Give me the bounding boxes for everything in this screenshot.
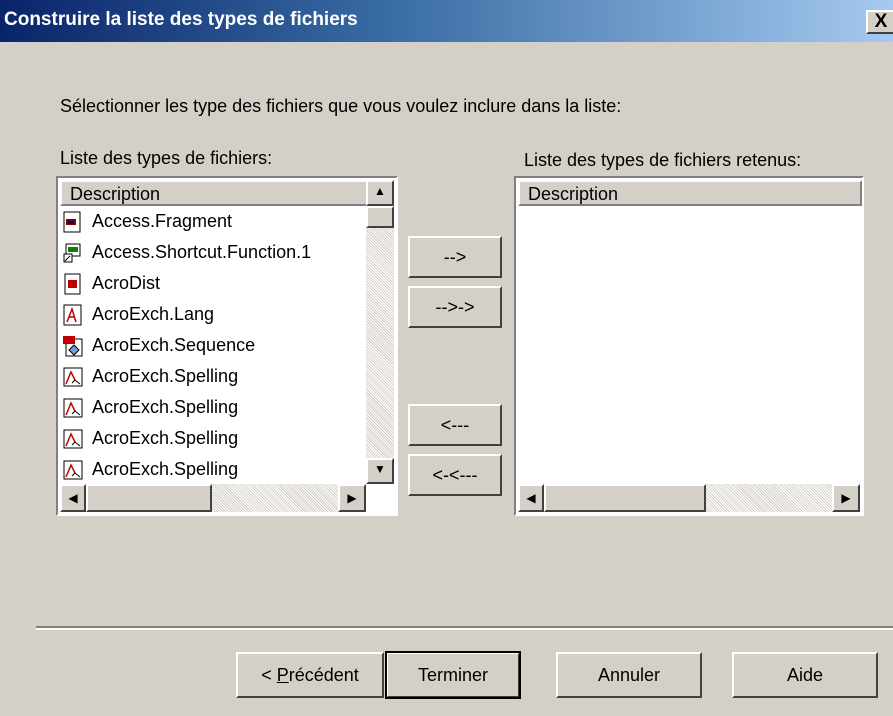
- finish-button[interactable]: Terminer: [385, 651, 521, 699]
- horizontal-scroll-thumb-right[interactable]: [544, 484, 706, 512]
- list-item-label: AcroDist: [92, 273, 161, 293]
- list-item[interactable]: AcroExch.Spelling: [62, 423, 238, 454]
- available-types-label: Liste des types de fichiers:: [60, 148, 273, 168]
- list-item-label: AcroExch.Lang: [92, 304, 215, 324]
- acrodist-icon: [62, 273, 84, 295]
- available-types-list[interactable]: Description Access.Fragment Access.Shortc…: [56, 176, 398, 516]
- access-shortcut-icon: [62, 242, 84, 264]
- list-item[interactable]: AcroExch.Lang: [62, 299, 214, 330]
- previous-label: < Précédent: [261, 665, 359, 685]
- title-bar: Construire la liste des types de fichier…: [0, 0, 893, 42]
- window-title: Construire la liste des types de fichier…: [4, 9, 358, 30]
- horizontal-scrollbar-right[interactable]: ◀ ▶: [518, 484, 860, 512]
- scroll-right-button-right[interactable]: ▶: [832, 484, 860, 512]
- scroll-left-button-right[interactable]: ◀: [518, 484, 544, 512]
- horizontal-scroll-thumb[interactable]: [86, 484, 212, 512]
- footer-separator: [36, 626, 893, 630]
- remove-button[interactable]: <---: [408, 404, 502, 446]
- selected-types-list[interactable]: Description ◀ ▶: [514, 176, 864, 516]
- list-item[interactable]: AcroExch.Spelling: [62, 392, 238, 423]
- help-button[interactable]: Aide: [732, 652, 878, 698]
- acroexch-spelling-icon: [62, 459, 84, 481]
- vertical-scrollbar[interactable]: ▲ ▼: [366, 180, 394, 484]
- list-item[interactable]: AcroExch.Spelling: [62, 454, 238, 485]
- acroexch-lang-icon: [62, 304, 84, 326]
- add-all-button[interactable]: -->->: [408, 286, 502, 328]
- list-item[interactable]: AcroDist: [62, 268, 160, 299]
- add-button[interactable]: -->: [408, 236, 502, 278]
- description-column-header-right[interactable]: Description: [518, 180, 862, 206]
- scroll-left-button[interactable]: ◀: [60, 484, 86, 512]
- horizontal-scrollbar[interactable]: ◀ ▶: [60, 484, 366, 512]
- acroexch-spelling-icon: [62, 397, 84, 419]
- access-fragment-icon: [62, 211, 84, 233]
- list-item-label: AcroExch.Spelling: [92, 428, 239, 448]
- list-item-label: AcroExch.Spelling: [92, 397, 239, 417]
- scroll-right-button[interactable]: ▶: [338, 484, 366, 512]
- scroll-down-button[interactable]: ▼: [366, 458, 394, 484]
- list-item-label: Access.Fragment: [92, 211, 233, 231]
- cancel-button[interactable]: Annuler: [556, 652, 702, 698]
- scroll-up-button[interactable]: ▲: [366, 180, 394, 206]
- description-column-header[interactable]: Description: [60, 180, 368, 206]
- list-item[interactable]: AcroExch.Spelling: [62, 361, 238, 392]
- list-item[interactable]: AcroExch.Sequence: [62, 330, 255, 361]
- list-item-label: Access.Shortcut.Function.1: [92, 242, 312, 262]
- list-item-label: AcroExch.Sequence: [92, 335, 256, 355]
- instruction-text: Sélectionner les type des fichiers que v…: [60, 96, 622, 116]
- acroexch-spelling-icon: [62, 366, 84, 388]
- acroexch-spelling-icon: [62, 428, 84, 450]
- list-item-label: AcroExch.Spelling: [92, 459, 239, 479]
- list-item-label: AcroExch.Spelling: [92, 366, 239, 386]
- remove-all-button[interactable]: <-<---: [408, 454, 502, 496]
- selected-types-label: Liste des types de fichiers retenus:: [524, 150, 802, 170]
- previous-button[interactable]: < Précédent: [236, 652, 384, 698]
- vertical-scroll-thumb[interactable]: [366, 206, 394, 228]
- close-button[interactable]: X: [866, 10, 893, 34]
- list-item[interactable]: Access.Fragment: [62, 206, 232, 237]
- list-item[interactable]: Access.Shortcut.Function.1: [62, 237, 311, 268]
- acroexch-sequence-icon: [62, 335, 84, 357]
